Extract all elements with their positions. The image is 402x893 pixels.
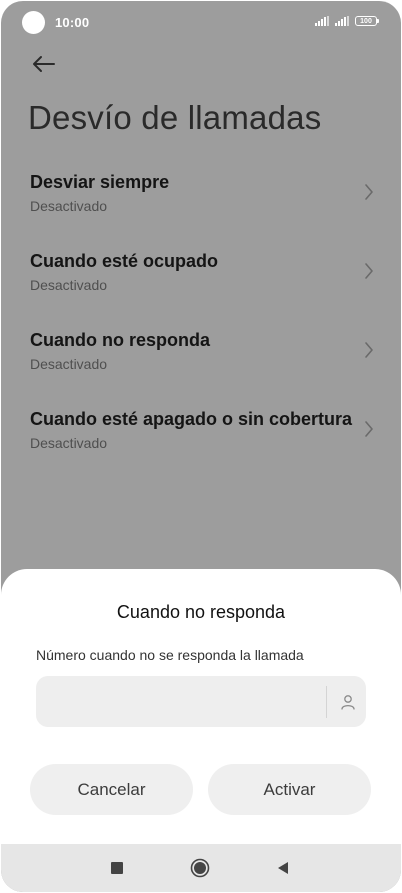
item-title: Cuando no responda [30,330,210,350]
triangle-back-icon [278,862,288,874]
activate-button[interactable]: Activar [208,764,371,815]
item-status: Desactivado [30,198,108,214]
item-title: Cuando esté apagado o sin cobertura [30,409,353,429]
chevron-right-icon [365,184,373,200]
page-title: Desvío de llamadas [28,99,322,136]
item-status: Desactivado [30,356,108,372]
chevron-right-icon [365,342,373,358]
signal-icon [335,16,349,26]
settings-item-unreachable[interactable]: Cuando esté apagado o sin cobertura Desa… [1,396,401,475]
phone-number-input[interactable] [50,676,310,727]
status-icons: 100 [315,16,379,26]
chevron-right-icon [365,263,373,279]
settings-item-when-busy[interactable]: Cuando esté ocupado Desactivado [1,238,401,317]
front-camera [22,11,45,34]
item-title: Desviar siempre [30,172,170,192]
battery-level: 100 [360,17,372,25]
person-icon [341,695,355,710]
circle-home-icon [190,858,210,878]
dialog-title: Cuando no responda [116,602,286,622]
item-title: Cuando esté ocupado [30,251,219,271]
arrow-left-icon [33,56,55,72]
field-divider [326,686,327,718]
settings-item-always-forward[interactable]: Desviar siempre Desactivado [1,159,401,238]
number-field [36,676,366,727]
square-recents-icon [111,862,123,874]
chevron-right-icon [365,421,373,437]
home-button[interactable] [178,844,222,892]
recents-button[interactable] [95,844,139,892]
cancel-button[interactable]: Cancelar [30,764,193,815]
item-status: Desactivado [30,277,108,293]
status-bar: 10:00 100 [1,1,401,45]
settings-item-no-answer[interactable]: Cuando no responda Desactivado [1,317,401,396]
navigation-bar [1,844,401,892]
nav-back-button[interactable] [261,844,305,892]
field-label: Número cuando no se responda la llamada [36,647,304,663]
item-status: Desactivado [30,435,108,451]
forwarding-dialog: Cuando no responda Número cuando no se r… [1,569,401,844]
signal-icon [315,16,329,26]
phone-screen: 10:00 100 Desvío de llamadas Desviar sie… [1,1,401,892]
contact-picker-button[interactable] [333,686,363,718]
battery-icon: 100 [355,16,379,26]
back-button[interactable] [29,51,59,77]
call-forwarding-list: Desviar siempre Desactivado Cuando esté … [1,159,401,475]
status-time: 10:00 [55,15,90,30]
